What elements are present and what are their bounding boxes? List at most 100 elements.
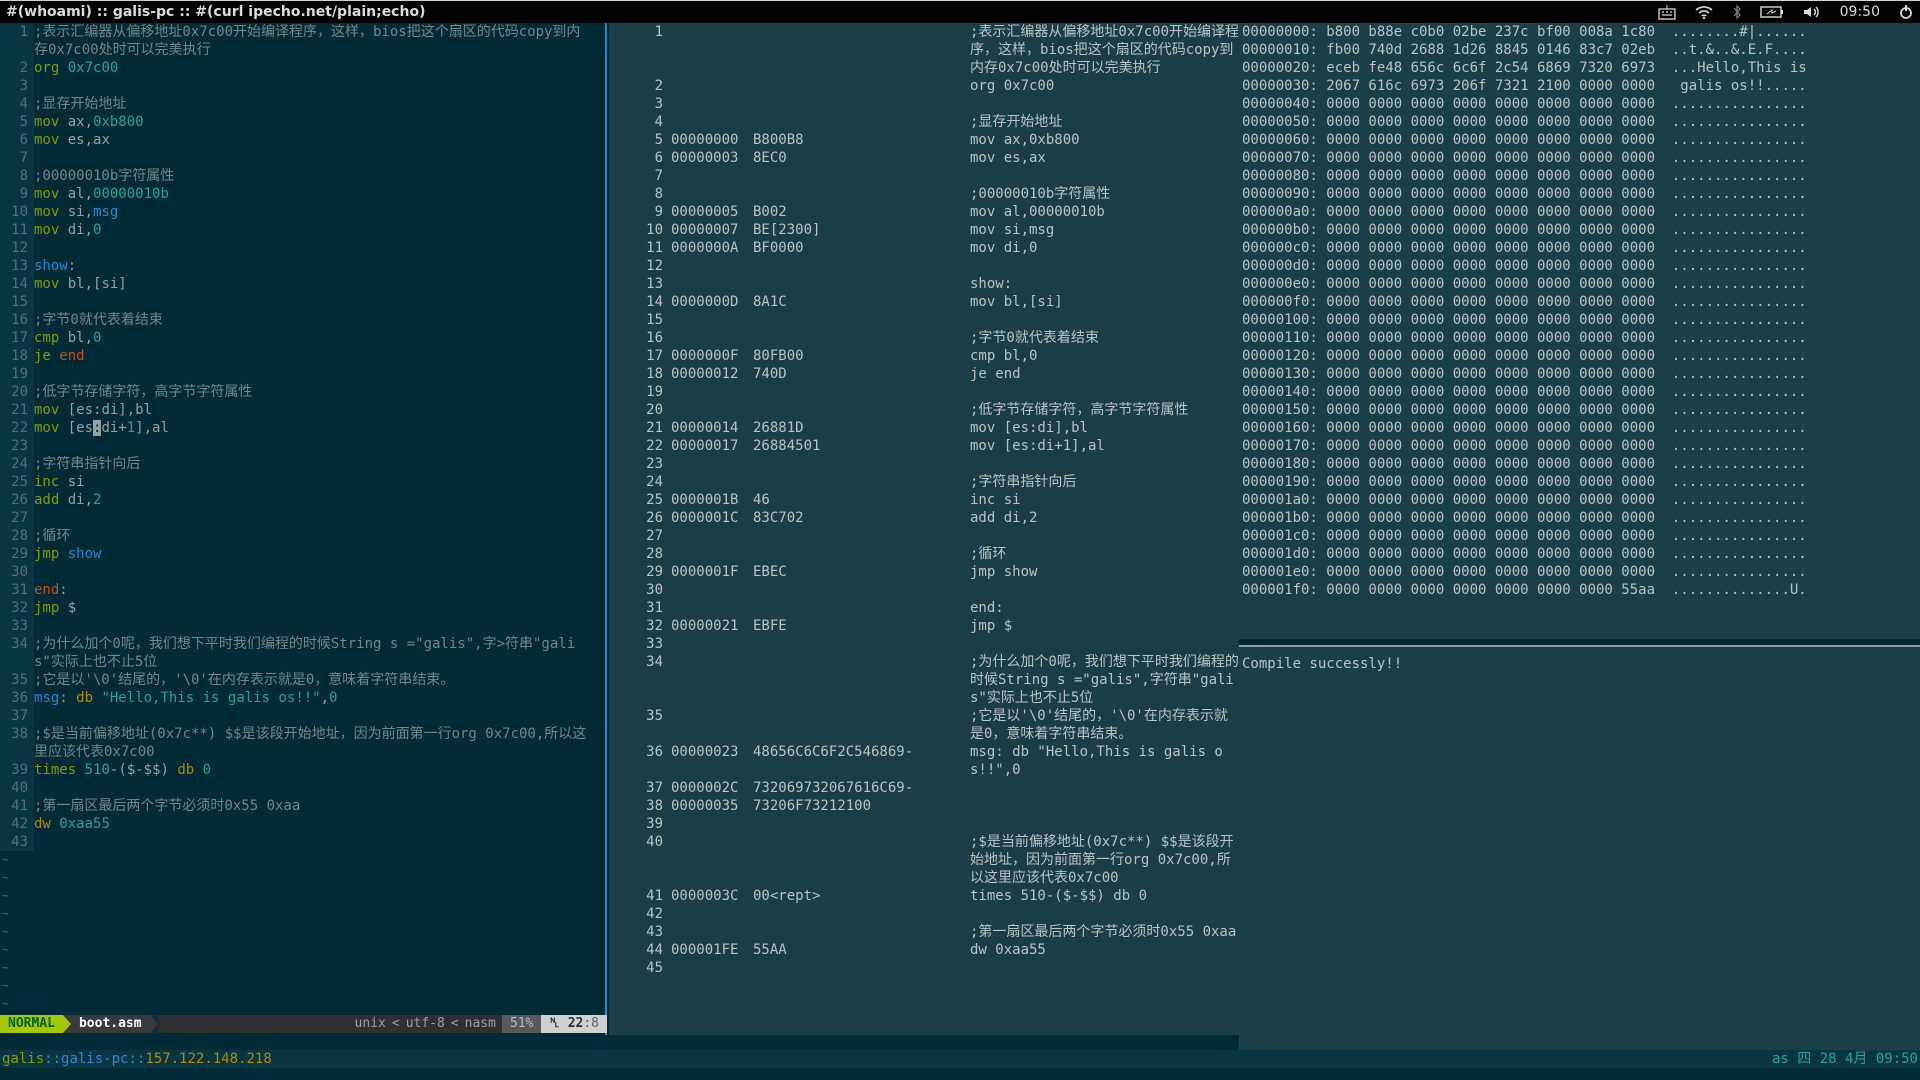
vim-line[interactable]: 20 ;低字节存储字符，高字节字符属性 bbox=[0, 383, 605, 401]
vim-line[interactable]: 36 msg: db "Hello,This is galis os!!",0 bbox=[0, 689, 605, 707]
line-code: org 0x7c00 bbox=[34, 59, 594, 77]
hexdump-row: 00000000: b800 b88e c0b0 02be 237c bf00 … bbox=[1242, 24, 1807, 40]
hexdump-row: 000000b0: 0000 0000 0000 0000 0000 0000 … bbox=[1242, 222, 1807, 238]
output-pane[interactable]: Compile successly!! bbox=[1239, 645, 1920, 1050]
vim-line[interactable]: 22 mov [es:di+1],al bbox=[0, 419, 605, 437]
vim-line[interactable]: 33 bbox=[0, 617, 605, 635]
vim-line[interactable]: 4 ;显存开始地址 bbox=[0, 95, 605, 113]
nasm-listing-pane[interactable]: 1 ;表示汇编器从偏移地址0x7c00开始编译程序，这样，bios把这个扇区的代码… bbox=[609, 23, 1239, 1035]
vim-line[interactable]: 3 bbox=[0, 77, 605, 95]
vim-line[interactable]: 35 ;它是以'\0'结尾的，'\0'在内存表示就是0，意味着字符串结束。 bbox=[0, 671, 605, 689]
listing-machine-code bbox=[753, 545, 970, 563]
vim-line[interactable]: 24 ;字符串指针向后 bbox=[0, 455, 605, 473]
listing-address: 0000002C bbox=[671, 780, 739, 796]
vim-line[interactable]: 26 add di,2 bbox=[0, 491, 605, 509]
power-icon[interactable] bbox=[1898, 4, 1914, 20]
vim-line[interactable]: 37 bbox=[0, 707, 605, 725]
listing-address bbox=[671, 707, 753, 743]
vim-line[interactable]: 19 bbox=[0, 365, 605, 383]
line-number: 25 bbox=[0, 473, 34, 491]
empty-line-marker: ~ bbox=[2, 997, 9, 1010]
prompt-separator: :: bbox=[44, 1051, 62, 1067]
listing-source: jmp $ bbox=[970, 618, 1013, 634]
vim-line[interactable]: 42 dw 0xaa55 bbox=[0, 815, 605, 833]
listing-machine-code bbox=[753, 401, 970, 419]
vim-line[interactable]: 31 end: bbox=[0, 581, 605, 599]
listing-line-number: 15 bbox=[646, 312, 663, 328]
listing-source: org 0x7c00 bbox=[970, 78, 1055, 94]
hexdump-pane[interactable]: 00000000: b800 b88e c0b0 02be 237c bf00 … bbox=[1239, 23, 1920, 639]
listing-source: mov [es:di+1],al bbox=[970, 438, 1105, 454]
listing-row: 11 0000000A BF0000 mov di,0 bbox=[609, 239, 1239, 257]
listing-source: mov bl,[si] bbox=[970, 294, 1063, 310]
vim-line[interactable]: 18 je end bbox=[0, 347, 605, 365]
vim-line[interactable]: 7 bbox=[0, 149, 605, 167]
listing-source bbox=[970, 383, 1239, 401]
line-number: 41 bbox=[0, 797, 34, 815]
line-code: show: bbox=[34, 257, 594, 275]
listing-address bbox=[671, 599, 753, 617]
vim-line[interactable]: 1 ;表示汇编器从偏移地址0x7c00开始编译程序，这样，bios把这个扇区的代码… bbox=[0, 23, 605, 59]
vim-line[interactable]: 17 cmp bl,0 bbox=[0, 329, 605, 347]
vim-line[interactable]: 29 jmp show bbox=[0, 545, 605, 563]
vim-line[interactable]: 28 ;循环 bbox=[0, 527, 605, 545]
code-token: 0 bbox=[93, 330, 102, 346]
listing-row: 26 0000001C 83C702 add di,2 bbox=[609, 509, 1239, 527]
battery-icon[interactable] bbox=[1759, 5, 1784, 19]
line-code: mov [es:di+1],al bbox=[34, 419, 594, 437]
vim-line[interactable]: 41 ;第一扇区最后两个字节必须时0x55 0xaa bbox=[0, 797, 605, 815]
vim-buffer[interactable]: 1 ;表示汇编器从偏移地址0x7c00开始编译程序，这样，bios把这个扇区的代码… bbox=[0, 23, 605, 851]
volume-icon[interactable] bbox=[1802, 4, 1822, 20]
vim-line[interactable]: 8 ;00000010b字符属性 bbox=[0, 167, 605, 185]
vim-line[interactable]: 16 ;字节0就代表着结束 bbox=[0, 311, 605, 329]
listing-machine-code bbox=[753, 257, 970, 275]
bluetooth-icon[interactable] bbox=[1732, 4, 1742, 20]
line-number: 14 bbox=[0, 275, 34, 293]
clock[interactable]: 09:50 bbox=[1840, 4, 1880, 20]
vim-line[interactable]: 2 org 0x7c00 bbox=[0, 59, 605, 77]
listing-source bbox=[970, 797, 1239, 815]
vim-line[interactable]: 13 show: bbox=[0, 257, 605, 275]
code-token: mov bbox=[34, 204, 60, 220]
vim-line[interactable]: 23 bbox=[0, 437, 605, 455]
listing-line-number: 33 bbox=[646, 636, 663, 652]
vim-line[interactable]: 11 mov di,0 bbox=[0, 221, 605, 239]
hexdump-row: 00000170: 0000 0000 0000 0000 0000 0000 … bbox=[1242, 438, 1807, 454]
vim-line[interactable]: 43 bbox=[0, 833, 605, 851]
listing-machine-code: 26884501 bbox=[753, 438, 821, 454]
listing-row: 4 ;显存开始地址 bbox=[609, 113, 1239, 131]
keyboard-icon[interactable] bbox=[1657, 4, 1676, 20]
listing-row: 33 bbox=[609, 635, 1239, 653]
listing-line-number: 4 bbox=[654, 114, 663, 130]
line-code: end: bbox=[34, 581, 594, 599]
vim-line[interactable]: 40 bbox=[0, 779, 605, 797]
vim-line[interactable]: 12 bbox=[0, 239, 605, 257]
vim-line[interactable]: 21 mov [es:di],bl bbox=[0, 401, 605, 419]
shell-prompt[interactable]: galis::galis-pc::157.122.148.218 as 四 28… bbox=[0, 1050, 1920, 1068]
vim-line[interactable]: 32 jmp $ bbox=[0, 599, 605, 617]
listing-source bbox=[970, 581, 1239, 599]
vim-line[interactable]: 10 mov si,msg bbox=[0, 203, 605, 221]
line-code: mov es,ax bbox=[34, 131, 594, 149]
vim-line[interactable]: 25 inc si bbox=[0, 473, 605, 491]
vim-line[interactable]: 39 times 510-($-$$) db 0 bbox=[0, 761, 605, 779]
vim-line[interactable]: 9 mov al,00000010b bbox=[0, 185, 605, 203]
vim-line[interactable]: 15 bbox=[0, 293, 605, 311]
separator-arrow bbox=[149, 1015, 158, 1033]
vim-line[interactable]: 34 ;为什么加个0呢，我们想下平时我们编程的时候String s ="galis… bbox=[0, 635, 605, 671]
line-code: add di,2 bbox=[34, 491, 594, 509]
wifi-icon[interactable] bbox=[1694, 4, 1714, 20]
vim-line[interactable]: 6 mov es,ax bbox=[0, 131, 605, 149]
code-token: ;00000010b字符属性 bbox=[34, 168, 175, 184]
vim-editor[interactable]: 1 ;表示汇编器从偏移地址0x7c00开始编译程序，这样，bios把这个扇区的代码… bbox=[0, 23, 607, 1035]
vim-line[interactable]: 27 bbox=[0, 509, 605, 527]
code-token: ;它是以'\0'结尾的，'\0'在内存表示就是0，意味着字符串结束。 bbox=[34, 672, 455, 688]
vim-line[interactable]: 30 bbox=[0, 563, 605, 581]
vim-line[interactable]: 14 mov bl,[si] bbox=[0, 275, 605, 293]
code-token: org bbox=[34, 60, 60, 76]
code-token: cmp bbox=[34, 330, 60, 346]
listing-source: ;$是当前偏移地址(0x7c**) $$是该段开始地址，因为前面第一行org 0… bbox=[970, 834, 1234, 886]
vim-line[interactable]: 38 ;$是当前偏移地址(0x7c**) $$是该段开始地址，因为前面第一行org… bbox=[0, 725, 605, 761]
vim-line[interactable]: 5 mov ax,0xb800 bbox=[0, 113, 605, 131]
